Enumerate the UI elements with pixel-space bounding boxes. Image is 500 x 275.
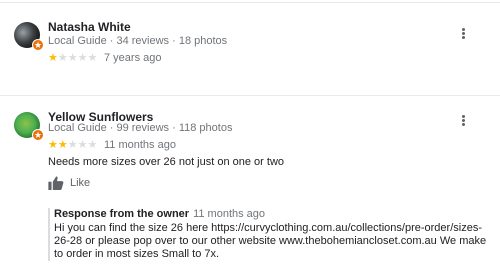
avatar[interactable] bbox=[14, 22, 44, 51]
reviewer-meta: Local Guide · 34 reviews · 18 photos bbox=[48, 35, 228, 47]
owner-response-heading: Response from the owner bbox=[54, 208, 190, 220]
thumbs-up-icon bbox=[48, 176, 64, 190]
review-text: Needs more sizes over 26 not just on one… bbox=[48, 156, 285, 168]
like-label: Like bbox=[70, 177, 91, 189]
star-empty-icon: ★ bbox=[67, 52, 78, 64]
reviewer-name[interactable]: Natasha White bbox=[48, 20, 131, 34]
star-empty-icon: ★ bbox=[87, 52, 98, 64]
review-date: 7 years ago bbox=[104, 52, 162, 64]
more-options-icon[interactable] bbox=[458, 27, 468, 41]
star-filled-icon: ★ bbox=[48, 52, 58, 64]
owner-response: Response from the owner 11 months ago Hi … bbox=[48, 208, 494, 261]
star-empty-icon: ★ bbox=[77, 139, 88, 151]
star-rating: ★★★★★ bbox=[48, 51, 97, 64]
star-rating: ★★★★★ bbox=[48, 138, 97, 151]
owner-response-date: 11 months ago bbox=[193, 208, 266, 220]
more-options-icon[interactable] bbox=[458, 114, 468, 128]
top-divider bbox=[0, 2, 500, 3]
star-empty-icon: ★ bbox=[87, 139, 98, 151]
star-filled-icon: ★ bbox=[57, 139, 68, 151]
avatar[interactable] bbox=[14, 112, 44, 141]
star-empty-icon: ★ bbox=[57, 52, 68, 64]
owner-response-text: Hi you can find the size 26 here https:/… bbox=[54, 222, 487, 260]
local-guide-badge-icon bbox=[32, 129, 44, 141]
reviewer-meta: Local Guide · 99 reviews · 118 photos bbox=[48, 122, 233, 134]
star-filled-icon: ★ bbox=[48, 139, 58, 151]
star-empty-icon: ★ bbox=[67, 139, 78, 151]
review-divider bbox=[0, 95, 500, 96]
like-button[interactable]: Like bbox=[48, 176, 90, 190]
review-date: 11 months ago bbox=[104, 139, 176, 151]
local-guide-badge-icon bbox=[32, 39, 44, 51]
star-empty-icon: ★ bbox=[77, 52, 88, 64]
